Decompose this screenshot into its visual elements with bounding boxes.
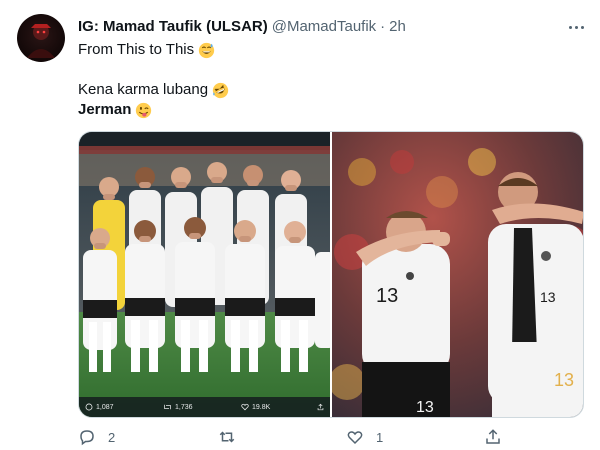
embedded-likes: 19.8K: [241, 403, 270, 411]
team-photo-image: [79, 132, 330, 417]
like-count: 1: [376, 429, 384, 445]
more-options-icon[interactable]: [566, 17, 586, 37]
embedded-likes-count: 19.8K: [252, 403, 271, 411]
embedded-retweets-count: 1,736: [175, 403, 193, 411]
tweet-line-2: Kena karma lubang: [78, 81, 209, 98]
tweet-text: From This to This Kena karma lubang Jerm…: [78, 40, 578, 120]
embedded-retweets: 1,736: [163, 403, 193, 411]
player-left-jersey-number: 13: [376, 285, 398, 307]
share-icon: [486, 429, 500, 444]
timestamp[interactable]: 2h: [389, 18, 406, 35]
media-grid[interactable]: 1,087 1,736 19.8K 13 13 13 13: [78, 131, 584, 418]
embedded-replies: 1,087: [85, 403, 114, 411]
user-handle[interactable]: @MamadTaufik: [272, 18, 376, 35]
tweet-card[interactable]: IG: Mamad Taufik (ULSAR) @MamadTaufik · …: [0, 0, 600, 450]
like-icon: [241, 403, 249, 411]
avatar-image: [27, 24, 55, 58]
reply-button[interactable]: 2: [78, 428, 115, 446]
rolling-laughing-emoji: [212, 82, 229, 98]
like-icon: [347, 431, 363, 445]
team-photo[interactable]: 1,087 1,736 19.8K: [79, 132, 330, 417]
like-button[interactable]: 1: [346, 428, 383, 446]
share-icon: [317, 403, 324, 411]
player-left-shorts-number: 13: [416, 399, 434, 416]
retweet-icon: [164, 404, 171, 410]
retweet-icon: [219, 431, 235, 443]
embedded-replies-count: 1,087: [96, 403, 114, 411]
tweet-header: IG: Mamad Taufik (ULSAR) @MamadTaufik · …: [78, 18, 406, 35]
reply-icon: [80, 430, 94, 446]
tweet-line-1: From This to This: [78, 41, 195, 58]
embedded-tweet-stats-bar: 1,087 1,736 19.8K: [79, 397, 330, 417]
avatar[interactable]: [17, 14, 65, 62]
reply-count: 2: [108, 429, 116, 445]
embedded-share: [317, 403, 327, 411]
separator-dot: ·: [380, 18, 386, 35]
tweet-line-3: Jerman: [78, 101, 132, 118]
grinning-sweat-emoji: [198, 42, 215, 58]
retweet-button[interactable]: [218, 428, 248, 446]
players-photo-image: 13 13 13 13: [332, 132, 583, 417]
winking-tongue-emoji: [136, 102, 152, 118]
player-right-jersey-number: 13: [540, 289, 556, 305]
comment-icon: [85, 403, 93, 411]
tweet-actions: 2 1: [78, 428, 508, 448]
players-photo[interactable]: 13 13 13 13: [332, 132, 583, 417]
player-right-shorts-number: 13: [554, 370, 574, 390]
display-name[interactable]: IG: Mamad Taufik (ULSAR): [78, 18, 268, 35]
share-button[interactable]: [484, 428, 502, 446]
